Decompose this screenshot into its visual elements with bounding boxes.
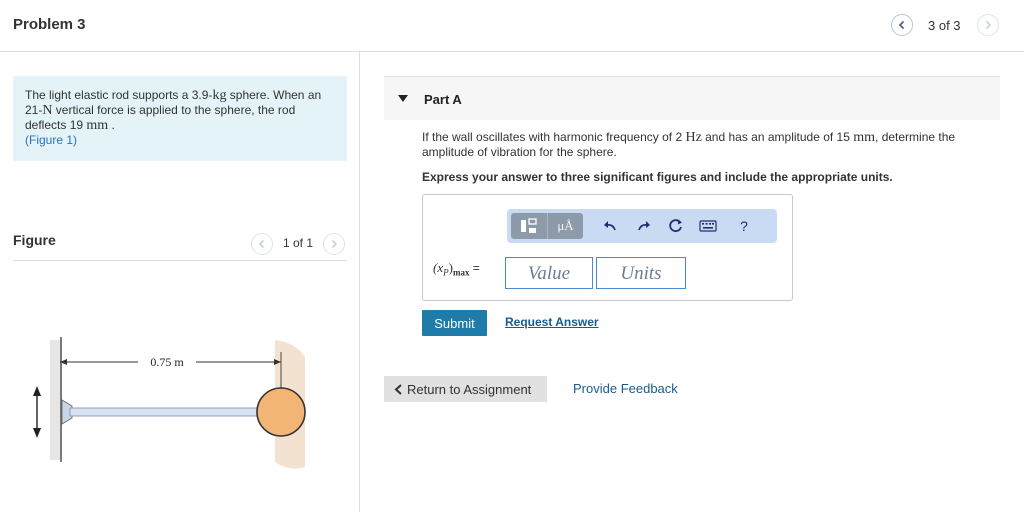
unit-kg: kg: [212, 88, 227, 103]
question-text: If the wall oscillates with harmonic fre…: [422, 130, 686, 144]
next-problem-button[interactable]: [977, 14, 999, 36]
figure-divider: [13, 260, 347, 261]
collapse-triangle-icon[interactable]: [398, 95, 408, 102]
wall: [50, 340, 62, 460]
problem-text: vertical force is applied to the sphere,…: [52, 103, 296, 117]
undo-button[interactable]: [601, 217, 619, 235]
fraction-template-button[interactable]: [511, 213, 547, 239]
redo-icon: [638, 221, 650, 231]
problem-title: Problem 3: [13, 16, 86, 33]
problem-pager: 3 of 3: [928, 18, 961, 33]
figure-1-diagram: 0.75 m: [33, 337, 306, 469]
return-label: Return to Assignment: [407, 381, 532, 397]
reset-button[interactable]: [667, 217, 685, 235]
double-arrow-icon: [33, 386, 41, 438]
help-button[interactable]: ?: [735, 217, 753, 235]
request-answer-link[interactable]: Request Answer: [505, 315, 599, 329]
problem-text: deflects 19: [25, 118, 87, 132]
part-label: Part A: [424, 92, 462, 107]
units-template-button[interactable]: μÅ: [547, 213, 583, 239]
unit-n: N: [42, 103, 53, 118]
part-question: If the wall oscillates with harmonic fre…: [422, 130, 982, 160]
problem-statement: The light elastic rod supports a 3.9-kg …: [13, 76, 347, 161]
return-to-assignment-button[interactable]: Return to Assignment: [384, 376, 547, 402]
variable-subscript-max: max: [452, 267, 470, 278]
question-text: and has an amplitude of 15: [701, 130, 854, 144]
unit-mm: mm: [853, 130, 876, 145]
reset-icon: [669, 219, 682, 233]
problem-header: Problem 3 3 of 3: [0, 0, 1024, 52]
chevron-right-icon: [985, 20, 992, 30]
figure-link[interactable]: (Figure 1): [25, 133, 335, 148]
problem-line-1: The light elastic rod supports a 3.9-kg …: [25, 88, 335, 103]
fraction-template-icon: [521, 218, 537, 233]
figure-pager: 1 of 1: [283, 236, 314, 250]
question-line-1: If the wall oscillates with harmonic fre…: [422, 130, 982, 145]
part-a-header[interactable]: Part A: [384, 76, 1000, 120]
variable-symbol: (x: [433, 260, 444, 275]
chevron-left-icon: [258, 239, 265, 249]
figure-title: Figure: [13, 232, 56, 248]
previous-problem-button[interactable]: [891, 14, 913, 36]
elastic-rod: [69, 407, 277, 417]
answer-variable: (xP)max =: [433, 260, 480, 278]
units-input[interactable]: Units: [596, 257, 686, 289]
previous-figure-button[interactable]: [251, 233, 273, 255]
problem-line-3: deflects 19 mm .: [25, 118, 335, 133]
problem-text: The light elastic rod supports a 3.9-: [25, 88, 213, 102]
template-button-group: μÅ: [511, 213, 583, 239]
problem-statement-panel: The light elastic rod supports a 3.9-kg …: [0, 52, 360, 512]
problem-text: 21-: [25, 103, 43, 117]
keyboard-button[interactable]: [699, 217, 717, 235]
sphere: [256, 387, 306, 437]
submit-button[interactable]: Submit: [422, 310, 487, 336]
redo-button[interactable]: [635, 217, 653, 235]
answer-instruction: Express your answer to three significant…: [422, 170, 893, 184]
provide-feedback-link[interactable]: Provide Feedback: [573, 381, 678, 396]
chevron-left-icon: [394, 383, 402, 395]
dimension-label: 0.75 m: [150, 355, 184, 369]
answer-box: μÅ ? (xP)max = Value Units: [422, 194, 793, 301]
problem-text: .: [108, 118, 115, 132]
unit-hz: Hz: [685, 130, 702, 145]
undo-icon: [604, 221, 616, 231]
math-toolbar: μÅ ?: [507, 209, 777, 243]
problem-line-2: 21-N vertical force is applied to the sp…: [25, 103, 335, 118]
next-figure-button[interactable]: [323, 233, 345, 255]
equals-sign: =: [472, 261, 480, 275]
unit-mm: mm: [86, 118, 109, 133]
keyboard-icon: [699, 220, 717, 232]
value-input[interactable]: Value: [505, 257, 593, 289]
chevron-right-icon: [331, 239, 338, 249]
chevron-left-icon: [898, 20, 905, 30]
problem-text: sphere. When an: [226, 88, 322, 102]
question-text: , determine the: [875, 130, 956, 144]
question-line-2: amplitude of vibration for the sphere.: [422, 145, 617, 159]
